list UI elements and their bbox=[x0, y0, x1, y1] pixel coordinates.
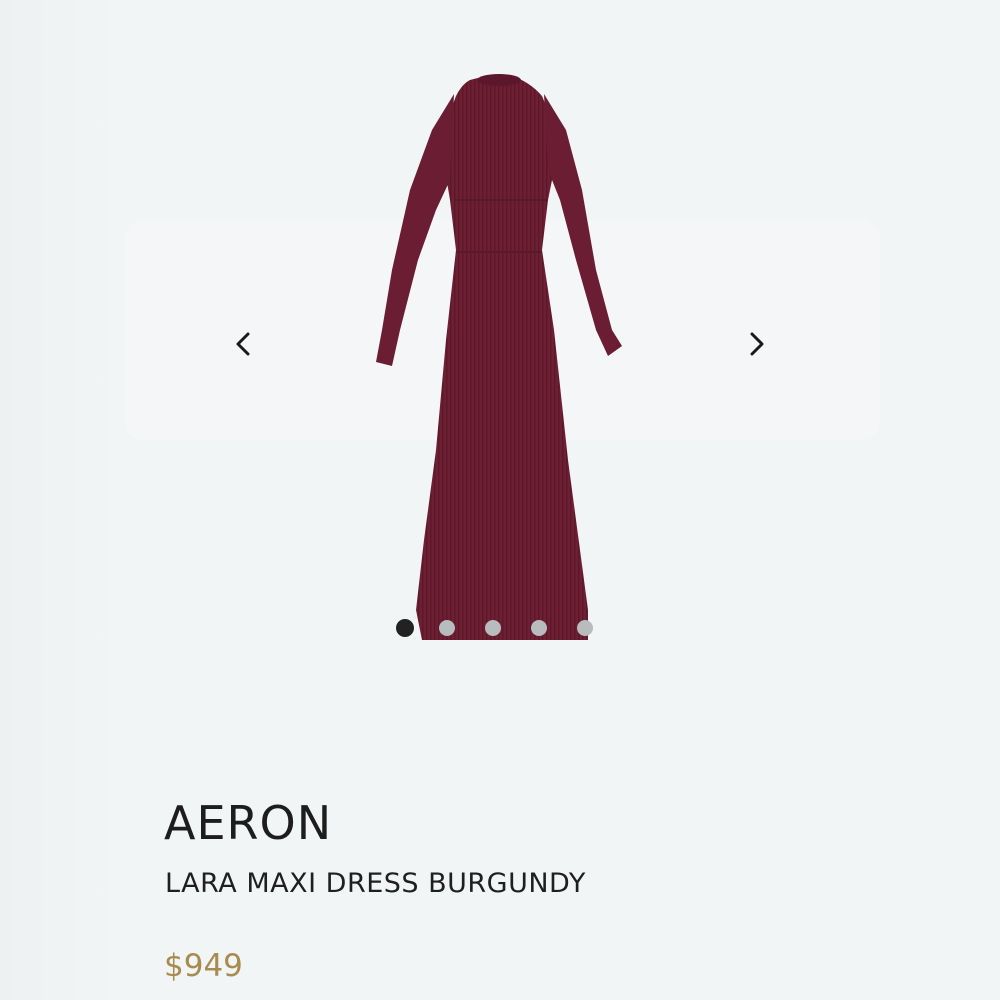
product-price: $949 bbox=[164, 948, 243, 984]
product-image[interactable] bbox=[370, 70, 630, 650]
carousel-dot-5[interactable] bbox=[577, 620, 593, 636]
chevron-right-icon bbox=[750, 332, 764, 356]
dress-right-sleeve bbox=[544, 94, 622, 356]
dress-bodice bbox=[440, 74, 560, 251]
chevron-left-icon bbox=[236, 332, 250, 356]
product-name: LARA MAXI DRESS BURGUNDY bbox=[165, 868, 586, 899]
carousel-prev-button[interactable] bbox=[226, 326, 262, 362]
carousel-dot-1[interactable] bbox=[396, 619, 414, 637]
dress-skirt bbox=[416, 250, 588, 640]
carousel-pagination bbox=[396, 618, 593, 638]
carousel-dot-2[interactable] bbox=[439, 620, 455, 636]
carousel-dot-3[interactable] bbox=[485, 620, 501, 636]
product-page: AERON LARA MAXI DRESS BURGUNDY $949 bbox=[0, 0, 1000, 1000]
dress-neckline bbox=[477, 74, 521, 86]
side-panel-shade bbox=[0, 0, 125, 1000]
carousel-next-button[interactable] bbox=[738, 326, 774, 362]
carousel-dot-4[interactable] bbox=[531, 620, 547, 636]
product-brand[interactable]: AERON bbox=[164, 796, 332, 850]
dress-left-sleeve bbox=[376, 94, 454, 366]
